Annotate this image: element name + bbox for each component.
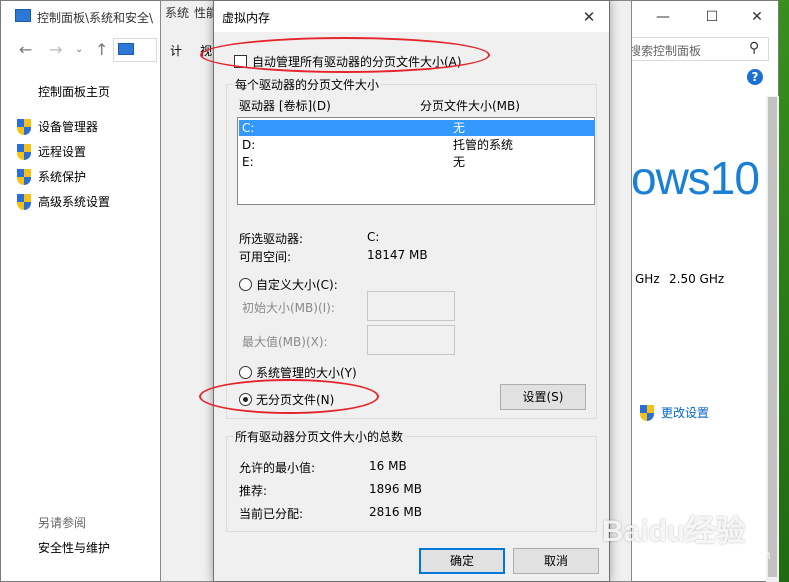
dialog-titlebar: 虚拟内存 ✕ (214, 1, 609, 32)
search-placeholder: 搜索控制面板 (629, 44, 702, 58)
sidebar-item-label: 系统保护 (38, 170, 87, 184)
allocated-label: 当前已分配: (239, 507, 304, 521)
ok-button[interactable]: 确定 (419, 548, 505, 574)
size-column-header: 分页文件大小(MB) (420, 99, 520, 113)
drive-letter: D: (242, 138, 256, 152)
max-size-label: 最大值(MB)(X): (242, 335, 328, 349)
custom-size-label: 自定义大小(C): (256, 278, 338, 292)
tab-computer-name[interactable]: 计 (170, 42, 182, 59)
custom-size-radio[interactable] (239, 278, 252, 291)
list-item[interactable]: D: 托管的系统 (239, 137, 595, 153)
virtual-memory-dialog: 虚拟内存 ✕ 自动管理所有驱动器的分页文件大小(A) 每个驱动器的分页文件大小 … (213, 0, 610, 582)
address-field[interactable] (113, 38, 157, 62)
up-arrow-icon[interactable]: ↑ (95, 40, 108, 59)
paging-size: 托管的系统 (453, 138, 514, 152)
cancel-button[interactable]: 取消 (513, 548, 599, 574)
max-size-input[interactable] (367, 325, 455, 355)
baidu-watermark-url: jingyan.baidu.com (660, 548, 771, 562)
baidu-watermark-logo: Baidu经验 (602, 515, 746, 548)
change-settings-link[interactable]: 更改设置 (640, 404, 709, 421)
sidebar-item-system-protection[interactable]: 系统保护 (17, 168, 86, 185)
maximize-icon[interactable]: ☐ (689, 1, 735, 32)
sidebar-item-label: 高级系统设置 (38, 195, 111, 209)
scrollbar-thumb[interactable] (768, 97, 777, 577)
shield-icon (640, 404, 654, 421)
paging-size: 无 (453, 155, 466, 169)
allocated-value: 2816 MB (369, 505, 422, 519)
forward-arrow-icon[interactable]: → (49, 40, 62, 59)
drive-column-header: 驱动器 [卷标](D) (239, 99, 331, 113)
recent-chevron-icon[interactable]: ⌄ (75, 44, 83, 55)
recommended-value: 1896 MB (369, 482, 422, 496)
free-space-value: 18147 MB (367, 248, 428, 262)
shield-icon (17, 143, 31, 160)
security-maintenance-link[interactable]: 安全性与维护 (38, 539, 110, 556)
sidebar-item-device-manager[interactable]: 设备管理器 (17, 118, 98, 135)
close-icon[interactable]: ✕ (734, 1, 780, 32)
sidebar-item-remote-settings[interactable]: 远程设置 (17, 143, 86, 160)
dialog-title: 虚拟内存 (222, 11, 271, 25)
min-allowed-value: 16 MB (369, 459, 407, 473)
system-managed-radio[interactable] (239, 366, 252, 379)
back-arrow-icon[interactable]: ← (19, 40, 32, 59)
min-allowed-label: 允许的最小值: (239, 461, 316, 475)
selected-drive-value: C: (367, 230, 380, 244)
drive-list[interactable]: C: 无 D: 托管的系统 E: 无 (237, 117, 595, 205)
close-icon[interactable]: ✕ (569, 1, 609, 32)
help-icon[interactable]: ? (747, 69, 763, 85)
change-settings-label: 更改设置 (661, 406, 710, 420)
drive-letter: C: (242, 121, 255, 135)
see-also-heading: 另请参阅 (38, 516, 87, 530)
sidebar-item-advanced-settings[interactable]: 高级系统设置 (17, 193, 110, 210)
paging-size: 无 (453, 121, 466, 135)
free-space-label: 可用空间: (239, 250, 292, 264)
totals-group-label: 所有驱动器分页文件大小的总数 (233, 428, 406, 445)
per-drive-group-label: 每个驱动器的分页文件大小 (233, 76, 382, 93)
list-item[interactable]: C: 无 (239, 120, 595, 136)
initial-size-input[interactable] (367, 291, 455, 321)
shield-icon (17, 193, 31, 210)
list-item[interactable]: E: 无 (239, 154, 595, 170)
sidebar-item-label: 设备管理器 (38, 120, 99, 134)
set-button[interactable]: 设置(S) (500, 384, 586, 410)
selected-drive-label: 所选驱动器: (239, 232, 304, 246)
annotation-ellipse-auto-manage (200, 37, 490, 73)
control-panel-title: 控制面板\系统和安全\ (37, 11, 154, 25)
control-panel-home-link[interactable]: 控制面板主页 (38, 83, 110, 100)
system-properties-title: 系统 (165, 6, 190, 20)
search-icon[interactable]: ⚲ (749, 40, 759, 56)
annotation-ellipse-no-paging (199, 379, 379, 414)
sidebar-item-label: 远程设置 (38, 145, 87, 159)
initial-size-label: 初始大小(MB)(I): (242, 301, 335, 315)
recommended-label: 推荐: (239, 484, 268, 498)
computer-icon (118, 43, 134, 55)
monitor-icon (15, 9, 31, 22)
custom-size-radio-row[interactable]: 自定义大小(C): (239, 276, 338, 293)
windows-logo-text: ows10 (631, 152, 760, 204)
cpu-speed-fragment: GHz (635, 272, 660, 286)
shield-icon (17, 118, 31, 135)
shield-icon (17, 168, 31, 185)
drive-letter: E: (242, 155, 254, 169)
minimize-icon[interactable]: — (640, 1, 686, 32)
cpu-speed-value: 2.50 GHz (669, 272, 725, 286)
